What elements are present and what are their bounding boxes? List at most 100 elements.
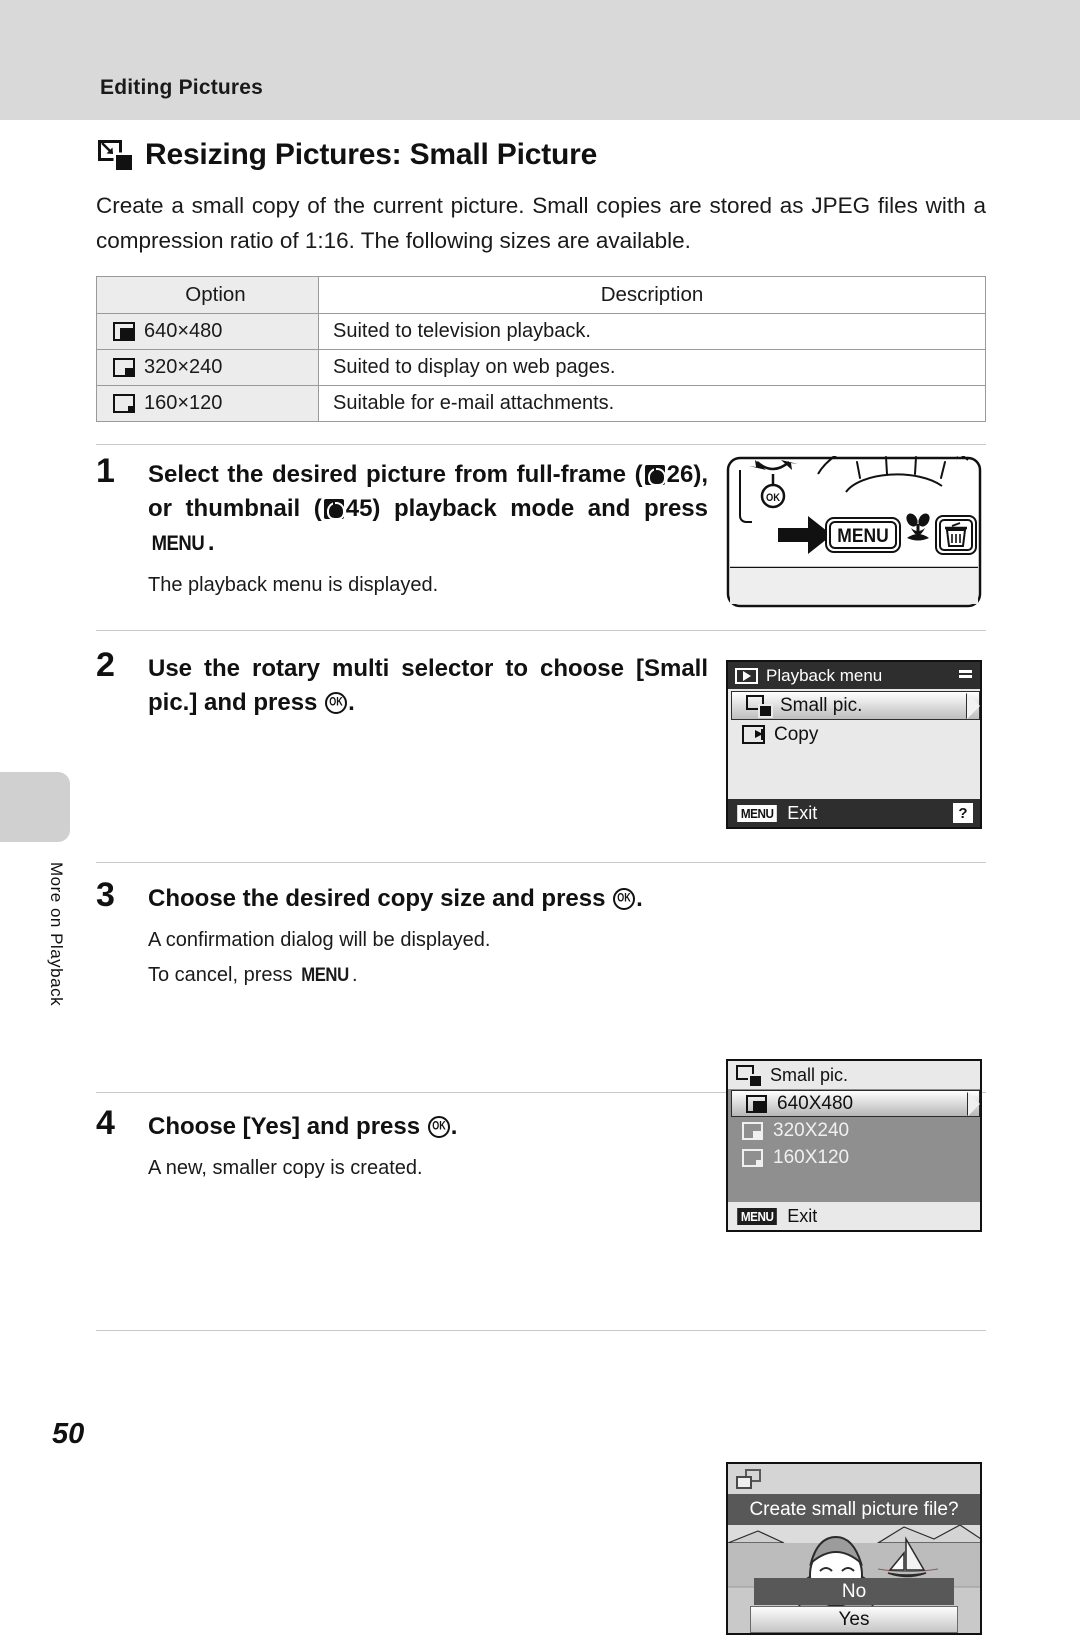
step-text-a: Choose the desired copy size and press [148,885,613,912]
intro-paragraph: Create a small copy of the current pictu… [96,193,986,253]
playback-menu-screen: Playback menu Small pic. Copy MENU Exit … [726,660,982,829]
screen-footer-bar: MENU Exit ? [728,799,980,827]
step-text-d: . [636,885,643,912]
size-option-640x480[interactable]: 640X480 [731,1090,980,1117]
table-cell-option: 320×240 [96,349,319,386]
play-icon [735,667,758,684]
section-divider [96,630,986,631]
step-note: A confirmation dialog will be displayed. [148,929,491,951]
diagonal-arrow-icon [101,142,113,154]
step-note-cancel: To cancel, press MENU. [148,960,708,991]
step-ref-1: 26 [666,461,694,488]
step-4: 4 Choose [Yes] and press . A new, smalle… [96,1106,708,1183]
menu-item-label: Small pic. [780,694,863,716]
menu-item-copy[interactable]: Copy [728,720,980,749]
menu-button-illustration: MENU [825,517,901,553]
screen-title-bar: Playback menu [728,662,980,689]
table-row: 160×120 Suitable for e-mail attachments. [96,385,986,422]
option-label: 160×120 [144,392,223,414]
chapter-tab-label: More on Playback [47,862,66,1007]
step-1: 1 Select the desired picture from full-f… [96,454,708,600]
size-small-icon [113,394,135,413]
resize-icon [98,140,132,170]
menu-badge: MENU [737,804,778,822]
confirm-question: Create small picture file? [728,1494,980,1525]
step-instruction: Use the rotary multi selector to choose … [148,652,708,720]
preview-photo: No Yes [728,1525,980,1633]
step-number: 2 [96,646,115,684]
step-number: 4 [96,1104,115,1142]
step-3: 3 Choose the desired copy size and press… [96,878,708,991]
page-title-row: Resizing Pictures: Small Picture [98,138,597,172]
size-medium-icon [113,358,135,377]
page-header-bar [0,0,1080,120]
table-cell-option: 160×120 [96,385,319,422]
table-cell-description: Suitable for e-mail attachments. [318,385,986,422]
ok-button-icon [427,1116,450,1138]
screen-title: Playback menu [766,665,883,685]
step-2: 2 Use the rotary multi selector to choos… [96,648,708,720]
table-row: 320×240 Suited to display on web pages. [96,349,986,386]
menu-badge: MENU [737,1207,778,1225]
small-picture-icon [746,695,771,716]
step-text-a: Use the rotary multi selector to choose … [148,655,708,716]
page-reference-icon [644,465,666,486]
size-medium-icon [742,1121,763,1140]
small-picture-icon [736,1064,761,1086]
ok-button-illustration: OK [760,483,786,509]
help-badge[interactable]: ? [953,803,973,823]
step-text-a: Choose [Yes] and press [148,1113,427,1140]
section-divider [96,862,986,863]
table-header-description: Description [318,276,986,314]
footer-exit-label: Exit [787,802,818,823]
ok-button-icon [613,888,636,910]
ok-button-icon [325,692,348,714]
menu-item-small-pic[interactable]: Small pic. [731,691,980,720]
step-text-d: . [450,1113,458,1140]
page-reference-icon [323,499,345,520]
table-cell-description: Suited to television playback. [318,313,986,350]
screen-title-bar: Small pic. [728,1061,980,1089]
page-title: Resizing Pictures: Small Picture [145,138,598,171]
table-header-option: Option [96,276,319,314]
copy-icon [742,725,765,744]
cancel-text-a: To cancel, press [148,964,299,986]
size-option-320x240[interactable]: 320X240 [728,1117,980,1144]
yes-button[interactable]: Yes [750,1606,958,1633]
size-option-label: 160X120 [773,1146,850,1168]
size-option-label: 320X240 [773,1119,850,1141]
svg-text:MENU: MENU [837,524,888,546]
cancel-text-b: . [352,964,358,986]
camera-back-illustration: OK MENU [726,435,982,608]
screen-title: Small pic. [770,1064,849,1085]
section-title: Editing Pictures [100,76,264,99]
step-text-d: . [348,689,355,716]
small-picture-screen: Small pic. 640X480 320X240 160X120 MENU … [726,1059,982,1232]
confirmation-dialog-screen: Create small picture file? No Yes [726,1462,982,1635]
step-number: 3 [96,876,115,914]
delete-button-illustration [935,515,977,555]
menu-bars-icon [959,670,972,680]
options-table: Option Description 640×480 Suited to tel… [96,276,986,422]
step-text-a: Select the desired picture from full-fra… [148,461,643,488]
size-option-list: 640X480 320X240 160X120 [728,1089,980,1202]
step-instruction: Choose [Yes] and press . [148,1110,708,1144]
size-option-label: 640X480 [777,1092,854,1114]
step-number: 1 [96,452,115,490]
size-small-icon [742,1148,763,1167]
option-label: 320×240 [144,356,223,378]
chapter-tab-marker [0,772,70,842]
screen-footer-bar: MENU Exit [728,1202,980,1230]
footer-exit-label: Exit [787,1205,818,1226]
step-note: The playback menu is displayed. [148,574,439,596]
step-note: A new, smaller copy is created. [148,1157,423,1179]
step-instruction: Choose the desired copy size and press . [148,882,708,916]
step-ref-2: 45 [345,495,373,522]
table-cell-option: 640×480 [96,313,319,350]
size-large-icon [113,322,135,341]
size-option-160x120[interactable]: 160X120 [728,1144,980,1171]
no-button[interactable]: No [754,1578,954,1605]
section-divider [96,444,986,445]
option-label: 640×480 [144,320,223,342]
size-large-icon [746,1094,767,1113]
